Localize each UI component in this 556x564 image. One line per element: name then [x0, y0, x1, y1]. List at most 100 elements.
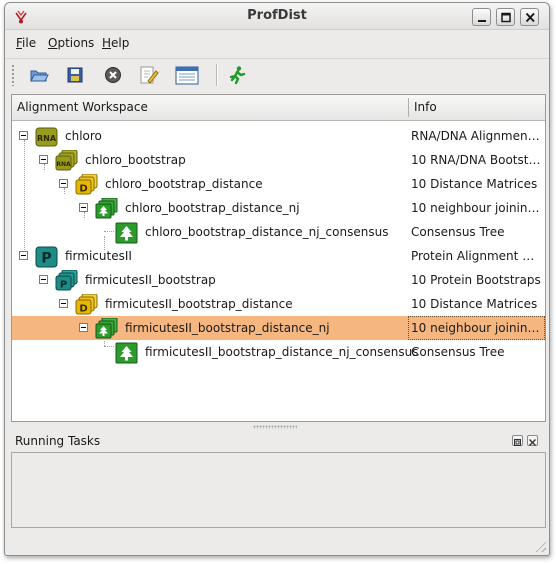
tree-stack-icon — [95, 317, 119, 340]
node-label: firmicutesII_bootstrap_distance_nj_conse… — [145, 345, 419, 359]
collapse-toggle[interactable] — [39, 155, 48, 164]
protein-stack-icon: P — [55, 269, 79, 292]
info-text: 10 neighbour joining... — [411, 321, 543, 335]
collapse-toggle[interactable] — [19, 131, 28, 140]
svg-text:RNA: RNA — [37, 134, 57, 143]
svg-text:P: P — [41, 251, 51, 267]
node-label: firmicutesII — [65, 249, 132, 263]
tree-row[interactable]: P firmicutesII_bootstrap 10 Protein Boot… — [12, 268, 545, 292]
node-label: chloro_bootstrap_distance_nj — [125, 201, 300, 215]
edit-button[interactable] — [135, 62, 161, 88]
tree-header: Alignment Workspace Info — [12, 95, 545, 121]
edit-icon — [140, 66, 159, 84]
tree-icon — [115, 342, 139, 364]
maximize-button[interactable] — [496, 8, 515, 26]
info-text: 10 Protein Bootstraps — [411, 273, 541, 287]
running-tasks-title: Running Tasks — [15, 434, 101, 448]
node-label: firmicutesII_bootstrap — [85, 273, 216, 287]
tree-row[interactable]: firmicutesII_bootstrap_distance_nj_conse… — [12, 340, 545, 364]
tree-row[interactable]: chloro_bootstrap_distance_nj 10 neighbou… — [12, 196, 545, 220]
open-folder-icon — [30, 70, 49, 82]
svg-text:RNA: RNA — [56, 161, 71, 168]
title-bar[interactable]: ProfDist — [5, 3, 549, 30]
tree-icon — [115, 222, 139, 244]
info-text: Consensus Tree — [411, 345, 505, 359]
tree-row[interactable]: D firmicutesII_bootstrap_distance 10 Dis… — [12, 292, 545, 316]
tree-stack-icon — [95, 197, 119, 220]
node-label: chloro — [65, 129, 102, 143]
info-cell: 10 Distance Matrices — [408, 292, 545, 316]
info-text: RNA/DNA Alignment... — [411, 129, 543, 143]
node-label: chloro_bootstrap_distance_nj_consensus — [145, 225, 389, 239]
splitter-handle[interactable] — [253, 425, 297, 429]
info-text: 10 RNA/DNA Bootstr... — [411, 153, 543, 167]
tree-row[interactable]: chloro_bootstrap_distance_nj_consensus C… — [12, 220, 545, 244]
close-dock-button[interactable] — [527, 435, 538, 446]
info-cell: 10 Protein Bootstraps — [408, 268, 545, 292]
stop-button[interactable] — [100, 62, 126, 88]
tree-row[interactable]: RNA chloro RNA/DNA Alignment... — [12, 124, 545, 148]
running-tasks-panel — [11, 452, 546, 528]
info-cell: Protein Alignment wit... — [408, 244, 545, 268]
node-label: chloro_bootstrap_distance — [105, 177, 263, 191]
window-title: ProfDist — [247, 8, 307, 23]
collapse-toggle[interactable] — [79, 323, 88, 332]
app-window: ProfDist File Options Help Alignment Wor… — [4, 2, 550, 556]
collapse-toggle[interactable] — [59, 299, 68, 308]
info-text: Consensus Tree — [411, 225, 505, 239]
alignment-workspace-tree[interactable]: Alignment Workspace Info RNA chloro RNA/… — [11, 94, 546, 422]
resize-grip[interactable] — [533, 539, 546, 552]
stop-icon — [105, 67, 121, 83]
svg-text:D: D — [79, 304, 87, 315]
node-label: firmicutesII_bootstrap_distance_nj — [125, 321, 330, 335]
info-cell: RNA/DNA Alignment... — [408, 124, 545, 148]
table-view-button[interactable] — [172, 62, 199, 88]
maximize-icon — [501, 12, 511, 23]
collapse-toggle[interactable] — [59, 179, 68, 188]
info-cell: 10 neighbour joining... — [408, 316, 545, 340]
collapse-toggle[interactable] — [79, 203, 88, 212]
minimize-button[interactable] — [472, 8, 491, 26]
info-cell: Consensus Tree — [408, 220, 545, 244]
run-button[interactable] — [224, 62, 250, 88]
info-cell: 10 RNA/DNA Bootstr... — [408, 148, 545, 172]
save-button[interactable] — [62, 62, 88, 88]
tree-row[interactable]: D chloro_bootstrap_distance 10 Distance … — [12, 172, 545, 196]
toolbar — [5, 58, 549, 91]
column-header-workspace[interactable]: Alignment Workspace — [12, 95, 408, 120]
info-cell: 10 Distance Matrices — [408, 172, 545, 196]
node-label: firmicutesII_bootstrap_distance — [105, 297, 293, 311]
toolbar-grip[interactable] — [11, 64, 15, 86]
float-icon — [514, 439, 521, 446]
distance-stack-icon: D — [75, 173, 99, 196]
protein-icon: P — [35, 246, 59, 268]
minimize-icon — [478, 20, 486, 22]
info-text: 10 Distance Matrices — [411, 297, 538, 311]
collapse-toggle[interactable] — [19, 251, 28, 260]
svg-text:P: P — [60, 280, 67, 291]
close-icon — [525, 12, 535, 23]
tree-row[interactable]: P firmicutesII Protein Alignment wit... — [12, 244, 545, 268]
close-icon — [529, 439, 536, 446]
distance-stack-icon: D — [75, 293, 99, 316]
undock-button[interactable] — [512, 435, 523, 446]
info-text: Protein Alignment wit... — [411, 249, 543, 263]
node-label: chloro_bootstrap — [85, 153, 186, 167]
info-cell: 10 neighbour joining... — [408, 196, 545, 220]
column-header-info[interactable]: Info — [409, 95, 545, 120]
menu-options[interactable]: Options — [48, 36, 94, 50]
collapse-toggle[interactable] — [39, 275, 48, 284]
menu-bar: File Options Help — [5, 31, 549, 55]
menu-file[interactable]: File — [16, 36, 36, 50]
info-text: 10 Distance Matrices — [411, 177, 538, 191]
run-icon — [229, 66, 246, 85]
save-icon — [67, 67, 83, 83]
menu-help[interactable]: Help — [102, 36, 129, 50]
close-button[interactable] — [520, 8, 539, 26]
table-view-icon — [175, 66, 199, 85]
open-button[interactable] — [26, 62, 52, 88]
tree-row[interactable]: RNA chloro_bootstrap 10 RNA/DNA Bootstr.… — [12, 148, 545, 172]
info-text: 10 neighbour joining... — [411, 201, 543, 215]
rna-icon: RNA — [35, 126, 59, 148]
tree-row-selected[interactable]: firmicutesII_bootstrap_distance_nj 10 ne… — [12, 316, 545, 340]
